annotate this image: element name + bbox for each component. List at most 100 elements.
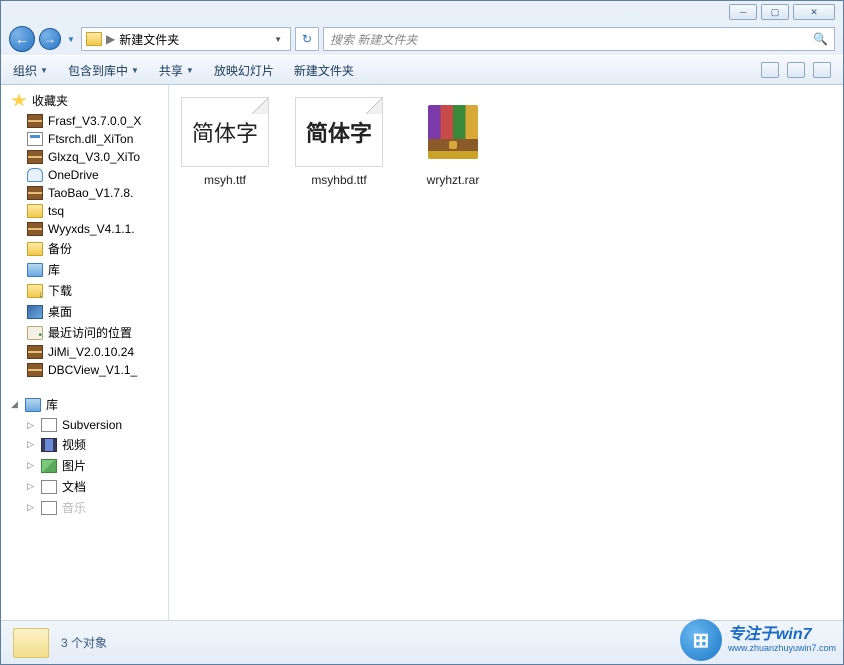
preview-pane-button[interactable] [787, 62, 805, 78]
sidebar-item[interactable]: DBCView_V1.1_ [11, 361, 168, 379]
view-options-button[interactable] [761, 62, 779, 78]
sidebar-item[interactable]: Glxzq_V3.0_XiTo [11, 148, 168, 166]
sidebar-item-label: Wyyxds_V4.1.1. [48, 222, 135, 236]
breadcrumb-folder[interactable]: 新建文件夹 [119, 31, 179, 48]
recent-icon [27, 326, 43, 340]
search-box[interactable]: 搜索 新建文件夹 🔍 [323, 27, 835, 51]
sidebar-item[interactable]: ▷ 音乐 [11, 497, 168, 518]
sidebar-item[interactable]: 最近访问的位置 [11, 322, 168, 343]
watermark-line1: 专注于win7 [728, 626, 836, 644]
nav-forward-button[interactable]: → [39, 28, 61, 50]
sidebar-item-label: Subversion [62, 418, 122, 432]
folder-icon [13, 628, 49, 658]
toolbar-slideshow[interactable]: 放映幻灯片 [214, 62, 274, 79]
dogear-icon [252, 98, 268, 114]
chevron-down-icon: ▼ [186, 66, 194, 75]
toolbar: 组织 ▼ 包含到库中 ▼ 共享 ▼ 放映幻灯片 新建文件夹 [1, 55, 843, 85]
pic-icon [41, 459, 57, 473]
sidebar-item[interactable]: Frasf_V3.7.0.0_X [11, 112, 168, 130]
sidebar-item-label: TaoBao_V1.7.8. [48, 186, 133, 200]
sidebar-item-label: JiMi_V2.0.10.24 [48, 345, 134, 359]
rar-icon [27, 150, 43, 164]
explorer-window: ─ ▢ ✕ ← → ▼ ▶ 新建文件夹 ▼ ↻ 搜索 新建文件夹 🔍 组织 ▼ [0, 0, 844, 665]
tree-expand-icon[interactable]: ▷ [27, 481, 36, 492]
sidebar-item[interactable]: 库 [11, 259, 168, 280]
breadcrumb-sep: ▶ [106, 32, 115, 46]
file-name-label: msyh.ttf [204, 173, 246, 187]
tree-expand-icon[interactable]: ▷ [27, 460, 36, 471]
sys-icon [27, 132, 43, 146]
font-thumbnail: 简体字 [295, 97, 383, 167]
nav-history-dropdown[interactable]: ▼ [65, 28, 77, 50]
file-item[interactable]: 简体字 msyh.ttf [177, 97, 273, 187]
sidebar-item[interactable]: JiMi_V2.0.10.24 [11, 343, 168, 361]
address-bar[interactable]: ▶ 新建文件夹 ▼ [81, 27, 291, 51]
address-row: ← → ▼ ▶ 新建文件夹 ▼ ↻ 搜索 新建文件夹 🔍 [1, 23, 843, 55]
toolbar-new-folder[interactable]: 新建文件夹 [294, 62, 354, 79]
desk-icon [27, 305, 43, 319]
font-thumbnail: 简体字 [181, 97, 269, 167]
sidebar-item[interactable]: ▷ 图片 [11, 455, 168, 476]
content-pane[interactable]: 简体字 msyh.ttf 简体字msyhbd.ttf wryhzt.rar [169, 85, 843, 620]
file-name-label: wryhzt.rar [427, 173, 480, 187]
sidebar-item[interactable]: 桌面 [11, 301, 168, 322]
maximize-button[interactable]: ▢ [761, 4, 789, 20]
sidebar-item-label: 视频 [62, 436, 86, 453]
sidebar-item[interactable]: tsq [11, 202, 168, 220]
file-item[interactable]: wryhzt.rar [405, 97, 501, 187]
toolbar-organize[interactable]: 组织 ▼ [13, 62, 48, 79]
watermark-line2: www.zhuanzhuyuwin7.com [728, 644, 836, 654]
search-icon: 🔍 [813, 32, 828, 46]
sidebar-item-label: Glxzq_V3.0_XiTo [48, 150, 140, 164]
tree-collapse-icon[interactable]: ◢ [11, 399, 20, 410]
toolbar-slideshow-label: 放映幻灯片 [214, 62, 274, 79]
sidebar-item[interactable]: OneDrive [11, 166, 168, 184]
search-placeholder: 搜索 新建文件夹 [330, 31, 417, 48]
rar-icon [27, 186, 43, 200]
tree-expand-icon[interactable]: ▷ [27, 420, 36, 431]
minimize-button[interactable]: ─ [729, 4, 757, 20]
sidebar-item[interactable]: 备份 [11, 238, 168, 259]
toolbar-newfolder-label: 新建文件夹 [294, 62, 354, 79]
sidebar-favorites-header[interactable]: 收藏夹 [11, 89, 168, 112]
tree-expand-icon[interactable]: ▷ [27, 439, 36, 450]
chevron-down-icon: ▼ [40, 66, 48, 75]
sidebar-item[interactable]: Ftsrch.dll_XiTon [11, 130, 168, 148]
arrow-right-icon: → [44, 32, 56, 46]
folder-icon [86, 32, 102, 46]
sidebar-item[interactable]: ▷ Subversion [11, 416, 168, 434]
breadcrumb-dropdown[interactable]: ▼ [270, 35, 286, 44]
star-icon [11, 94, 27, 108]
toolbar-include-in-library[interactable]: 包含到库中 ▼ [68, 62, 139, 79]
rar-icon [27, 345, 43, 359]
doc-icon [41, 501, 57, 515]
tree-expand-icon[interactable]: ▷ [27, 502, 36, 513]
windows-icon: ⊞ [680, 619, 722, 661]
arrow-left-icon: ← [15, 31, 29, 47]
sidebar-item-label: 库 [48, 261, 60, 278]
sidebar-item-label: 音乐 [62, 499, 86, 516]
sidebar-item[interactable]: Wyyxds_V4.1.1. [11, 220, 168, 238]
sidebar[interactable]: 收藏夹 Frasf_V3.7.0.0_XFtsrch.dll_XiTon Glxzq… [1, 85, 169, 620]
sidebar-favorites-label: 收藏夹 [32, 92, 68, 109]
sidebar-libraries-header[interactable]: ◢库 [11, 393, 168, 416]
font-preview-text: 简体字 [192, 116, 258, 148]
sidebar-item-label: 文档 [62, 478, 86, 495]
sidebar-item[interactable]: 下载 [11, 280, 168, 301]
sidebar-item[interactable]: TaoBao_V1.7.8. [11, 184, 168, 202]
rar-icon [428, 105, 478, 159]
file-item[interactable]: 简体字msyhbd.ttf [291, 97, 387, 187]
sidebar-item[interactable]: ▷ 视频 [11, 434, 168, 455]
help-button[interactable] [813, 62, 831, 78]
chevron-down-icon: ▼ [131, 66, 139, 75]
nav-back-button[interactable]: ← [9, 26, 35, 52]
sidebar-item[interactable]: ▷ 文档 [11, 476, 168, 497]
refresh-button[interactable]: ↻ [295, 27, 319, 51]
rar-thumbnail [409, 97, 497, 167]
sidebar-item-label: 备份 [48, 240, 72, 257]
toolbar-right [761, 62, 831, 78]
sidebar-item-label: 图片 [62, 457, 86, 474]
toolbar-share[interactable]: 共享 ▼ [159, 62, 194, 79]
font-preview-text: 简体字 [306, 116, 372, 148]
close-button[interactable]: ✕ [793, 4, 835, 20]
